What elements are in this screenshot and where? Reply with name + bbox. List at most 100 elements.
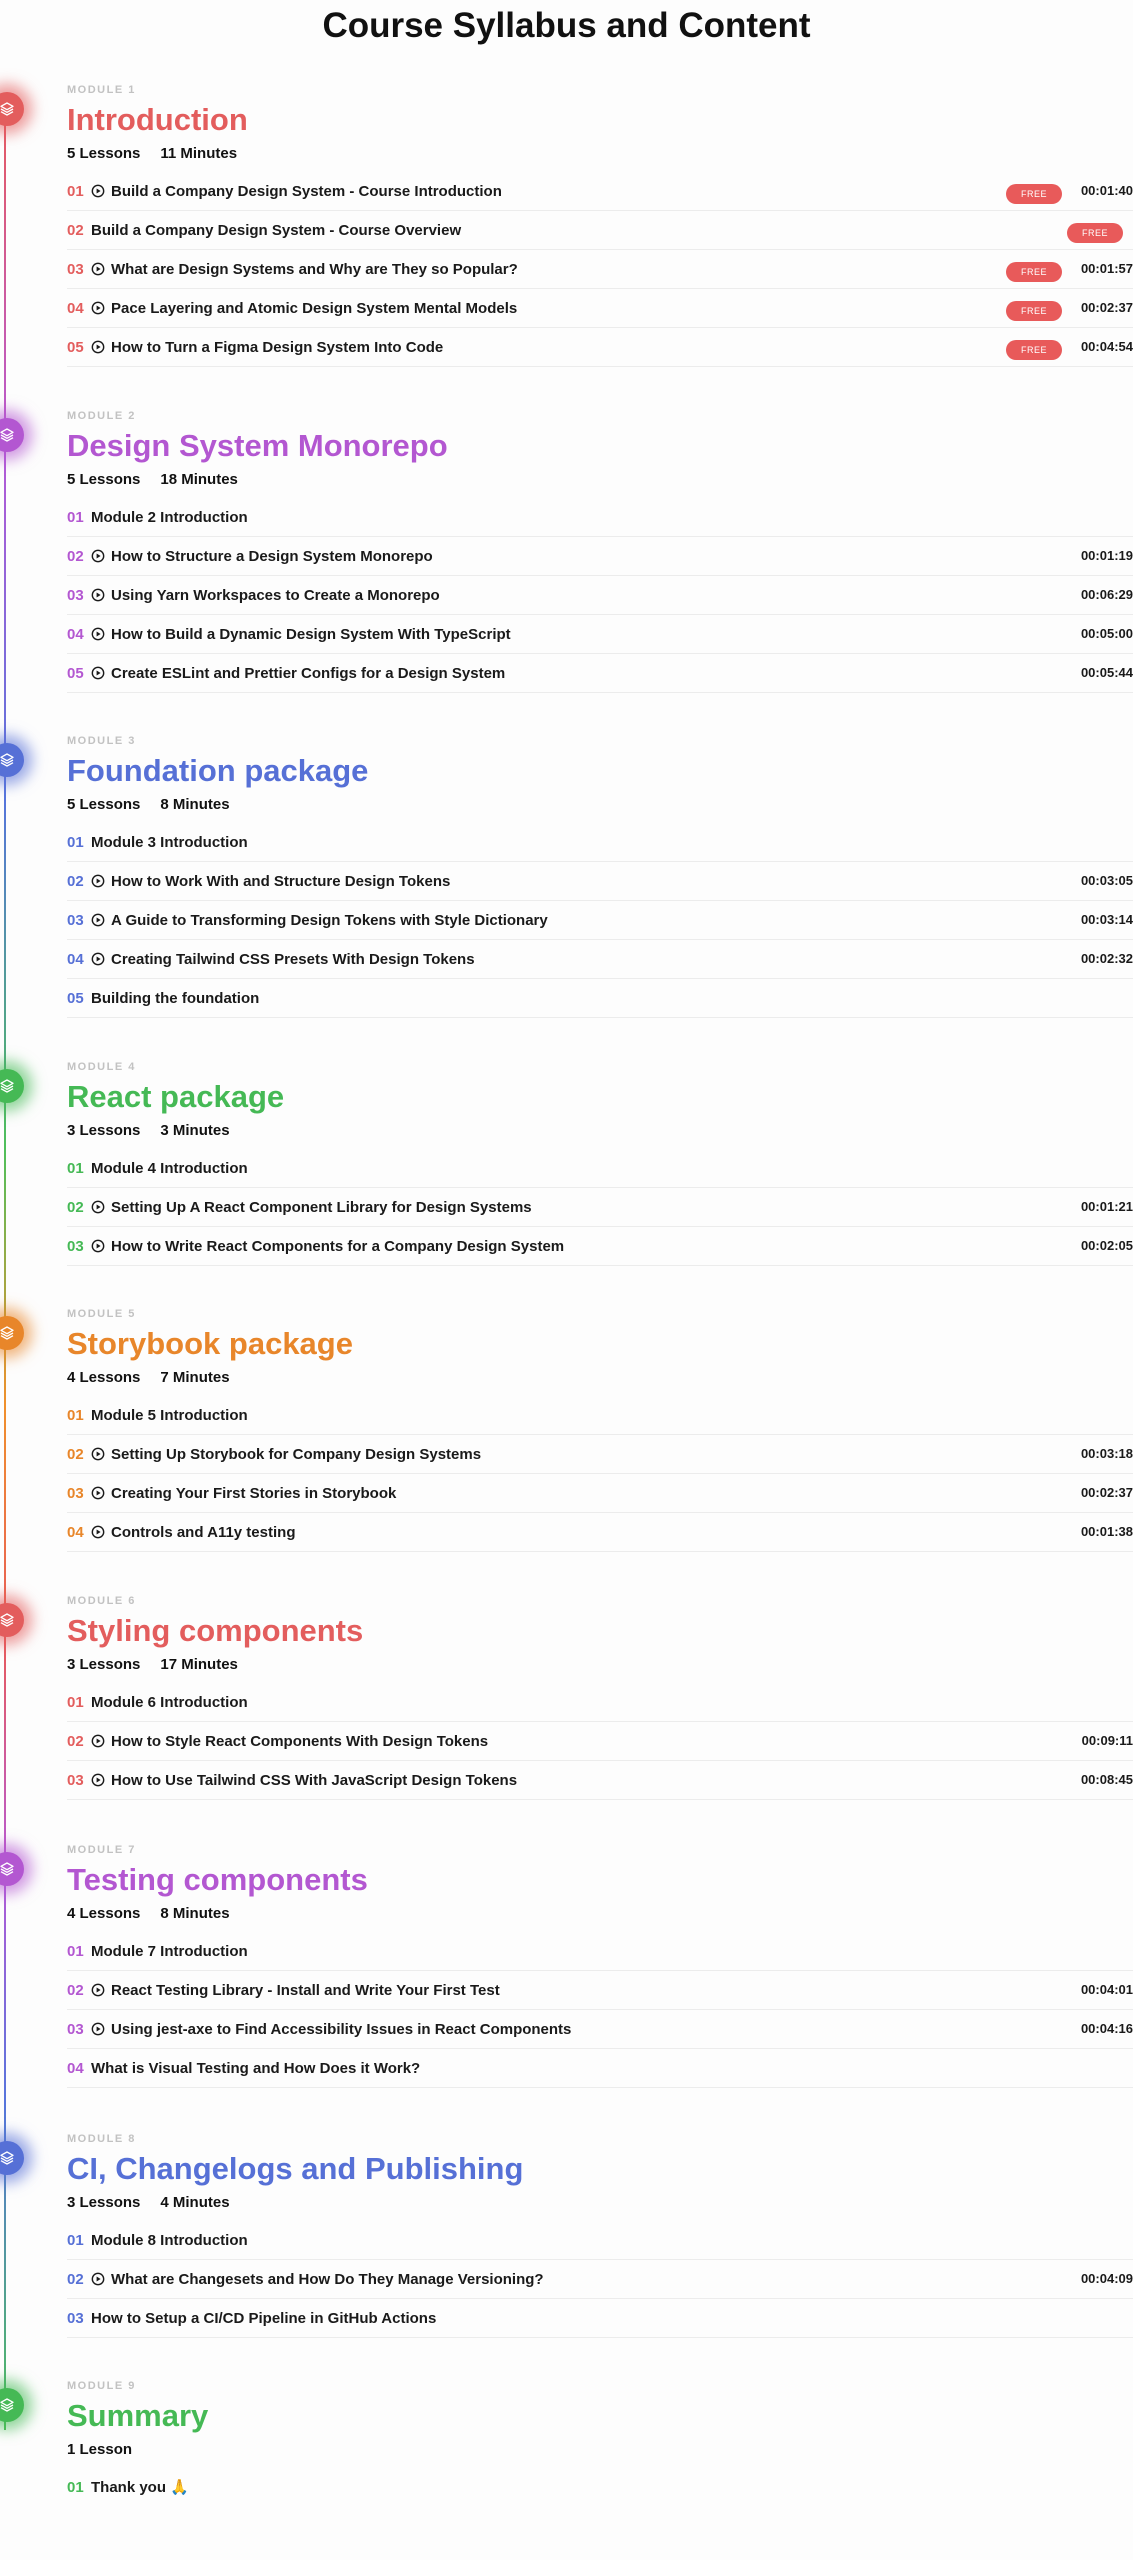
lesson-row[interactable]: 02 How to Structure a Design System Monor… bbox=[67, 537, 1133, 576]
lesson-title[interactable]: Build a Company Design System - Course O… bbox=[91, 222, 461, 239]
lesson-title[interactable]: A Guide to Transforming Design Tokens wi… bbox=[111, 912, 548, 929]
module-title[interactable]: Styling components bbox=[67, 1611, 363, 1651]
lesson-title[interactable]: What are Design Systems and Why are They… bbox=[111, 261, 518, 278]
lesson-row[interactable]: 03 Creating Your First Stories in Storybo… bbox=[67, 1474, 1133, 1513]
lesson-title[interactable]: How to Write React Components for a Comp… bbox=[111, 1238, 564, 1255]
lessons-count: 4 Lessons bbox=[67, 1369, 141, 1386]
lesson-row[interactable]: 03 Using jest-axe to Find Accessibility I… bbox=[67, 2010, 1133, 2049]
play-circle-icon bbox=[91, 184, 111, 198]
lesson-row[interactable]: 01 Build a Company Design System - Course… bbox=[67, 172, 1133, 211]
lesson-title[interactable]: How to Structure a Design System Monorep… bbox=[111, 548, 433, 565]
lesson-row[interactable]: 05 Create ESLint and Prettier Configs for… bbox=[67, 654, 1133, 693]
lesson-title[interactable]: Using Yarn Workspaces to Create a Monore… bbox=[111, 587, 440, 604]
lesson-title[interactable]: Building the foundation bbox=[91, 990, 259, 1007]
lesson-row[interactable]: 02 What are Changesets and How Do They Ma… bbox=[67, 2260, 1133, 2299]
lesson-row[interactable]: 05 How to Turn a Figma Design System Into… bbox=[67, 328, 1133, 367]
lesson-title[interactable]: React Testing Library - Install and Writ… bbox=[111, 1982, 500, 1999]
module-duration: 7 Minutes bbox=[160, 1369, 230, 1386]
play-circle-icon bbox=[91, 1773, 111, 1787]
lesson-row[interactable]: 02 How to Work With and Structure Design … bbox=[67, 862, 1133, 901]
lesson-title[interactable]: Thank you 🙏 bbox=[91, 2478, 189, 2496]
lesson-title[interactable]: Module 3 Introduction bbox=[91, 834, 248, 851]
lesson-title[interactable]: Creating Your First Stories in Storybook bbox=[111, 1485, 396, 1502]
lesson-title[interactable]: Setting Up A React Component Library for… bbox=[111, 1199, 532, 1216]
lesson-duration: 00:05:00 bbox=[1080, 626, 1133, 641]
module-title[interactable]: Summary bbox=[67, 2396, 208, 2436]
lesson-row[interactable]: 03 How to Use Tailwind CSS With JavaScrip… bbox=[67, 1761, 1133, 1800]
lesson-row[interactable]: 03 How to Write React Components for a Co… bbox=[67, 1227, 1133, 1266]
play-circle-icon bbox=[91, 340, 111, 354]
lesson-row[interactable]: 04 Creating Tailwind CSS Presets With Des… bbox=[67, 940, 1133, 979]
lesson-row[interactable]: 02 Setting Up Storybook for Company Desig… bbox=[67, 1435, 1133, 1474]
lesson-title[interactable]: How to Build a Dynamic Design System Wit… bbox=[111, 626, 511, 643]
play-circle-icon bbox=[91, 627, 111, 641]
module-title[interactable]: Introduction bbox=[67, 100, 248, 140]
lesson-title[interactable]: How to Style React Components With Desig… bbox=[111, 1733, 488, 1750]
lessons-count: 4 Lessons bbox=[67, 1905, 141, 1922]
lesson-title[interactable]: Create ESLint and Prettier Configs for a… bbox=[111, 665, 505, 682]
lesson-row[interactable]: 01 Thank you 🙏 bbox=[67, 2468, 1133, 2506]
lesson-number: 01 bbox=[67, 1406, 84, 1424]
lesson-title[interactable]: Pace Layering and Atomic Design System M… bbox=[111, 300, 517, 317]
lesson-title[interactable]: How to Turn a Figma Design System Into C… bbox=[111, 339, 443, 356]
lesson-row[interactable]: 05 Building the foundation bbox=[67, 979, 1133, 1018]
lesson-row[interactable]: 02 Build a Company Design System - Course… bbox=[67, 211, 1133, 250]
lesson-row[interactable]: 02 Setting Up A React Component Library f… bbox=[67, 1188, 1133, 1227]
lesson-row[interactable]: 01 Module 6 Introduction bbox=[67, 1683, 1133, 1722]
lesson-row[interactable]: 04 How to Build a Dynamic Design System W… bbox=[67, 615, 1133, 654]
lesson-number: 04 bbox=[67, 625, 84, 643]
free-badge[interactable]: FREE bbox=[1006, 184, 1062, 204]
lesson-row[interactable]: 04 Pace Layering and Atomic Design System… bbox=[67, 289, 1133, 328]
free-badge[interactable]: FREE bbox=[1006, 262, 1062, 282]
lesson-row[interactable]: 02 How to Style React Components With Des… bbox=[67, 1722, 1133, 1761]
free-badge[interactable]: FREE bbox=[1006, 340, 1062, 360]
module-title[interactable]: Design System Monorepo bbox=[67, 426, 448, 466]
layers-icon bbox=[0, 418, 24, 452]
module-title[interactable]: Storybook package bbox=[67, 1324, 353, 1364]
module-title[interactable]: React package bbox=[67, 1077, 284, 1117]
lesson-row[interactable]: 01 Module 4 Introduction bbox=[67, 1149, 1133, 1188]
module-label: MODULE 2 bbox=[67, 410, 136, 422]
lesson-row[interactable]: 01 Module 8 Introduction bbox=[67, 2221, 1133, 2260]
lesson-number: 02 bbox=[67, 547, 84, 565]
lesson-title[interactable]: Using jest-axe to Find Accessibility Iss… bbox=[111, 2021, 571, 2038]
lesson-row[interactable]: 03 A Guide to Transforming Design Tokens … bbox=[67, 901, 1133, 940]
lesson-title[interactable]: Module 5 Introduction bbox=[91, 1407, 248, 1424]
lesson-row[interactable]: 02 React Testing Library - Install and Wr… bbox=[67, 1971, 1133, 2010]
lesson-row[interactable]: 04 What is Visual Testing and How Does it… bbox=[67, 2049, 1133, 2088]
module-label: MODULE 5 bbox=[67, 1308, 136, 1320]
lesson-list: 01 Build a Company Design System - Course… bbox=[67, 172, 1133, 367]
lesson-title[interactable]: Module 7 Introduction bbox=[91, 1943, 248, 1960]
lesson-title[interactable]: What is Visual Testing and How Does it W… bbox=[91, 2060, 420, 2077]
module-label: MODULE 7 bbox=[67, 1844, 136, 1856]
lesson-row[interactable]: 04 Controls and A11y testing 00:01:38 bbox=[67, 1513, 1133, 1552]
lesson-number: 04 bbox=[67, 1523, 84, 1541]
module-title[interactable]: Testing components bbox=[67, 1860, 368, 1900]
lesson-title[interactable]: Creating Tailwind CSS Presets With Desig… bbox=[111, 951, 475, 968]
lesson-title[interactable]: Module 4 Introduction bbox=[91, 1160, 248, 1177]
lesson-row[interactable]: 01 Module 3 Introduction bbox=[67, 823, 1133, 862]
module-title[interactable]: Foundation package bbox=[67, 751, 368, 791]
lesson-title[interactable]: Setting Up Storybook for Company Design … bbox=[111, 1446, 481, 1463]
free-badge[interactable]: FREE bbox=[1067, 223, 1123, 243]
lesson-title[interactable]: Controls and A11y testing bbox=[111, 1524, 295, 1541]
lesson-row[interactable]: 03 Using Yarn Workspaces to Create a Mono… bbox=[67, 576, 1133, 615]
lesson-row[interactable]: 03 What are Design Systems and Why are Th… bbox=[67, 250, 1133, 289]
module-title[interactable]: CI, Changelogs and Publishing bbox=[67, 2149, 523, 2189]
lesson-title[interactable]: Module 2 Introduction bbox=[91, 509, 248, 526]
lesson-row[interactable]: 03 How to Setup a CI/CD Pipeline in GitHu… bbox=[67, 2299, 1133, 2338]
lesson-number: 03 bbox=[67, 1771, 84, 1789]
lesson-title[interactable]: Module 8 Introduction bbox=[91, 2232, 248, 2249]
lesson-title[interactable]: How to Use Tailwind CSS With JavaScript … bbox=[111, 1772, 517, 1789]
lesson-title[interactable]: How to Work With and Structure Design To… bbox=[111, 873, 450, 890]
lesson-title[interactable]: Build a Company Design System - Course I… bbox=[111, 183, 502, 200]
lesson-row[interactable]: 01 Module 5 Introduction bbox=[67, 1396, 1133, 1435]
free-badge[interactable]: FREE bbox=[1006, 301, 1062, 321]
lesson-row[interactable]: 01 Module 2 Introduction bbox=[67, 498, 1133, 537]
module-meta: 3 Lessons 4 Minutes bbox=[67, 2193, 230, 2213]
play-circle-icon bbox=[91, 549, 111, 563]
lesson-row[interactable]: 01 Module 7 Introduction bbox=[67, 1932, 1133, 1971]
lesson-title[interactable]: What are Changesets and How Do They Mana… bbox=[111, 2271, 544, 2288]
lesson-title[interactable]: Module 6 Introduction bbox=[91, 1694, 248, 1711]
lesson-title[interactable]: How to Setup a CI/CD Pipeline in GitHub … bbox=[91, 2310, 436, 2327]
